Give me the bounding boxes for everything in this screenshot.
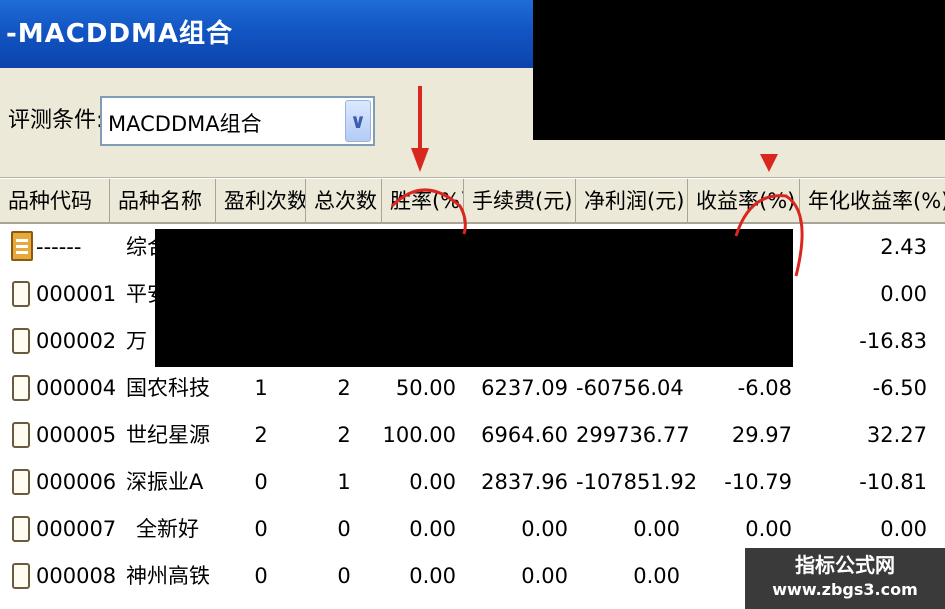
column-header-total[interactable]: 总次数 xyxy=(306,179,382,223)
cell-net-profit: -107851.92 xyxy=(576,470,698,494)
document-icon xyxy=(12,422,30,448)
column-header-win-rate[interactable]: 胜率(%) xyxy=(382,179,464,223)
cell-annual: 0.00 xyxy=(880,282,927,306)
table-row[interactable]: 000007 全新好 0 0 0.00 0.00 0.00 0.00 0.00 xyxy=(0,506,945,553)
cell-wins: 0 xyxy=(254,517,268,541)
column-header-name[interactable]: 品种名称 xyxy=(110,179,216,223)
cell-annual: -16.83 xyxy=(859,329,927,353)
cell-total: 0 xyxy=(337,564,351,588)
cell-win-rate: 0.00 xyxy=(409,517,456,541)
cell-code: ------ xyxy=(36,235,82,259)
document-icon xyxy=(12,375,30,401)
redaction-block xyxy=(155,229,793,367)
redaction-block xyxy=(533,0,945,140)
cell-fee: 0.00 xyxy=(521,517,568,541)
cell-wins: 1 xyxy=(254,376,268,400)
column-header-wins[interactable]: 盈利次数 xyxy=(216,179,306,223)
table-row[interactable]: 000005 世纪星源 2 2 100.00 6964.60 299736.77… xyxy=(0,412,945,459)
condition-label: 评测条件: xyxy=(8,108,104,133)
cell-name: 国农科技 xyxy=(126,376,210,400)
chevron-down-icon[interactable]: ∨ xyxy=(345,100,371,142)
cell-code: 000007 xyxy=(36,517,117,541)
column-header-fee[interactable]: 手续费(元) xyxy=(464,179,576,223)
cell-fee: 2837.96 xyxy=(481,470,568,494)
cell-win-rate: 0.00 xyxy=(409,564,456,588)
cell-total: 1 xyxy=(337,470,351,494)
watermark: 指标公式网 www.zbgs3.com xyxy=(745,548,945,609)
condition-value: MACDDMA组合 xyxy=(108,112,262,136)
cell-net-profit: 299736.77 xyxy=(576,423,690,447)
document-icon xyxy=(12,281,30,307)
cell-name: 神州高铁 xyxy=(126,564,210,588)
cell-net-profit: -60756.04 xyxy=(576,376,684,400)
cell-code: 000002 xyxy=(36,329,117,353)
cell-wins: 0 xyxy=(254,470,268,494)
cell-win-rate: 50.00 xyxy=(395,376,456,400)
cell-total: 2 xyxy=(337,423,351,447)
cell-wins: 0 xyxy=(254,564,268,588)
cell-annual: 2.43 xyxy=(880,235,927,259)
cell-return: -6.08 xyxy=(737,376,792,400)
cell-annual: -6.50 xyxy=(872,376,927,400)
cell-annual: -10.81 xyxy=(859,470,927,494)
table-row[interactable]: 000004 国农科技 1 2 50.00 6237.09 -60756.04 … xyxy=(0,365,945,412)
cell-return: 29.97 xyxy=(731,423,792,447)
column-header-code[interactable]: 品种代码 xyxy=(0,179,110,223)
column-header-return[interactable]: 收益率(%) xyxy=(688,179,800,223)
document-icon xyxy=(12,328,30,354)
cell-code: 000008 xyxy=(36,564,117,588)
cell-total: 2 xyxy=(337,376,351,400)
document-icon xyxy=(12,469,30,495)
cell-net-profit: 0.00 xyxy=(633,564,680,588)
cell-net-profit: 0.00 xyxy=(633,517,680,541)
condition-dropdown[interactable]: MACDDMA组合 ∨ xyxy=(100,96,375,146)
cell-fee: 6964.60 xyxy=(481,423,568,447)
cell-name: 世纪星源 xyxy=(126,423,210,447)
window-title: -MACDDMA组合 xyxy=(6,19,234,49)
document-icon xyxy=(12,516,30,542)
cell-code: 000004 xyxy=(36,376,117,400)
watermark-url: www.zbgs3.com xyxy=(772,580,918,599)
cell-name: 万 xyxy=(126,329,147,353)
cell-return: 0.00 xyxy=(745,517,792,541)
column-header-net-profit[interactable]: 净利润(元) xyxy=(576,179,688,223)
cell-name: 全新好 xyxy=(136,517,199,541)
cell-annual: 0.00 xyxy=(880,517,927,541)
cell-code: 000005 xyxy=(36,423,117,447)
document-icon xyxy=(12,563,30,589)
cell-annual: 32.27 xyxy=(866,423,927,447)
watermark-title: 指标公式网 xyxy=(795,553,895,577)
column-header-annual-return[interactable]: 年化收益率(%) xyxy=(800,179,945,223)
cell-code: 000006 xyxy=(36,470,117,494)
cell-total: 0 xyxy=(337,517,351,541)
table-row[interactable]: 000006 深振业A 0 1 0.00 2837.96 -107851.92 … xyxy=(0,459,945,506)
cell-win-rate: 0.00 xyxy=(409,470,456,494)
cell-code: 000001 xyxy=(36,282,117,306)
table-header: 品种代码 品种名称 盈利次数 总次数 胜率(%) 手续费(元) 净利润(元) 收… xyxy=(0,178,945,224)
cell-return: -10.79 xyxy=(724,470,792,494)
cell-name: 深振业A xyxy=(126,470,204,494)
cell-fee: 6237.09 xyxy=(481,376,568,400)
cell-fee: 0.00 xyxy=(521,564,568,588)
cell-wins: 2 xyxy=(254,423,268,447)
cell-win-rate: 100.00 xyxy=(382,423,456,447)
summary-icon xyxy=(11,231,33,261)
